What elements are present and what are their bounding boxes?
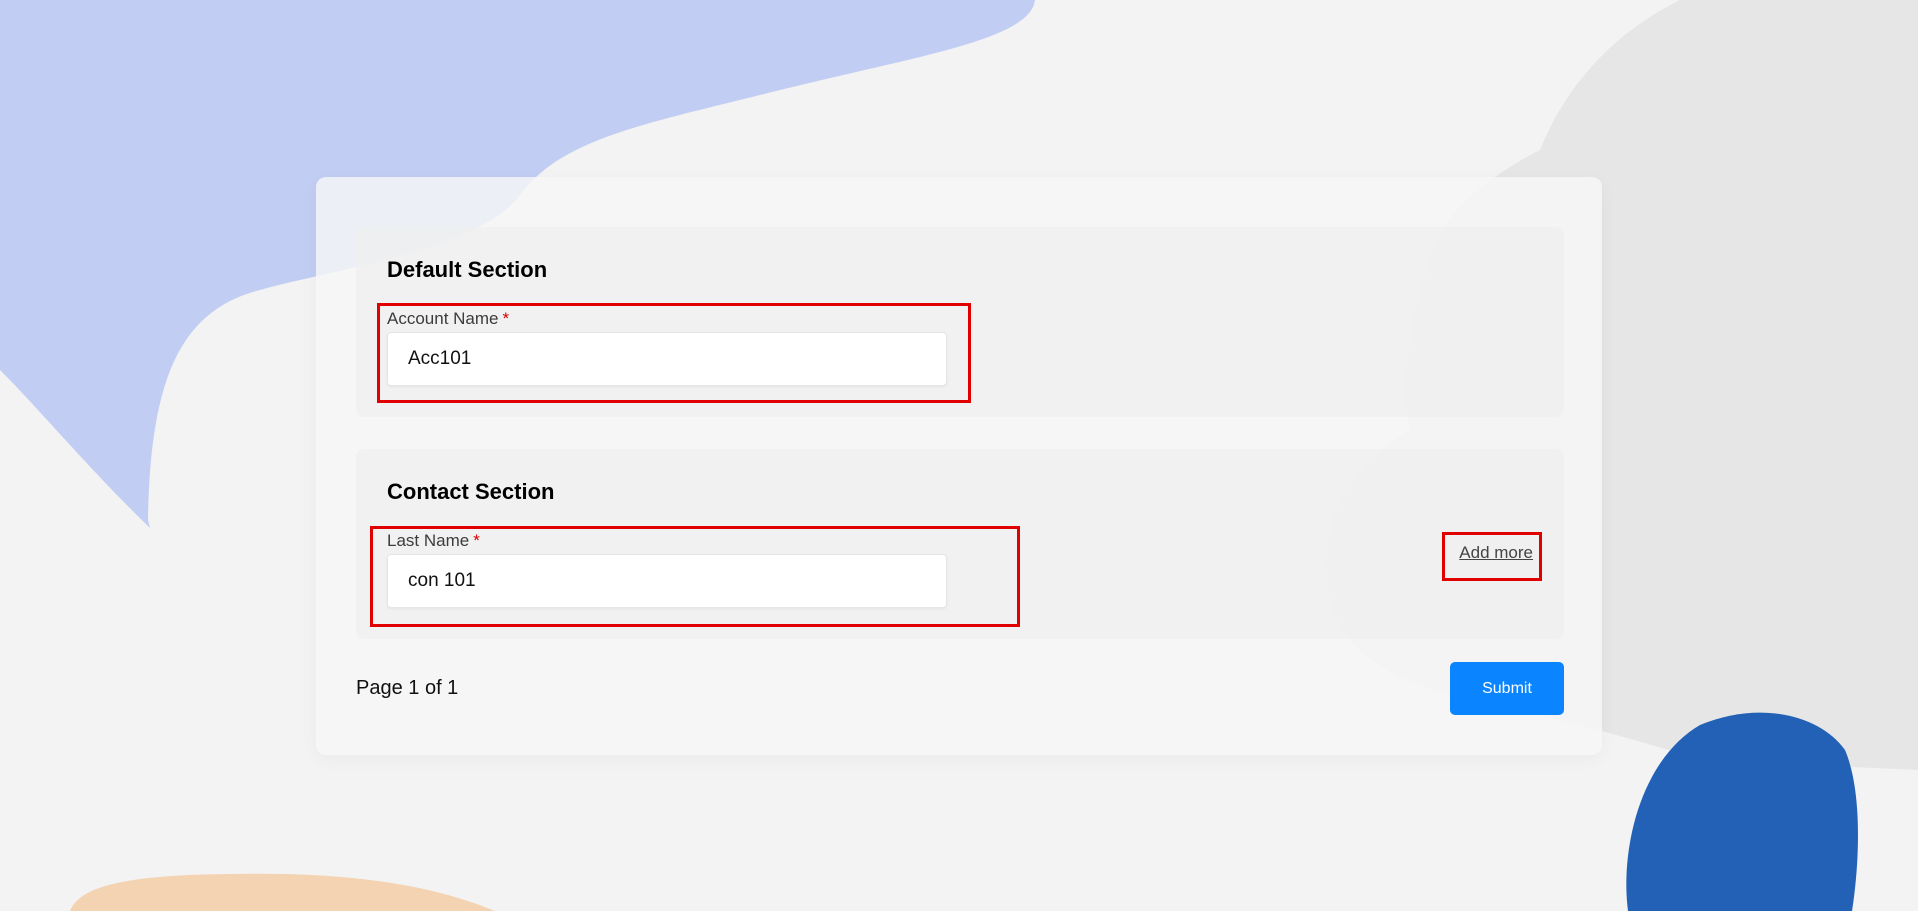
submit-button[interactable]: Submit xyxy=(1450,662,1564,715)
default-section: Default Section Account Name * xyxy=(356,227,1564,417)
account-name-input[interactable] xyxy=(387,332,947,386)
last-name-label-text: Last Name xyxy=(387,531,470,550)
last-name-field: Last Name * xyxy=(387,531,947,608)
account-name-label: Account Name * xyxy=(387,309,947,329)
page-indicator: Page 1 of 1 xyxy=(356,677,459,699)
last-name-label: Last Name * xyxy=(387,531,947,551)
required-asterisk: * xyxy=(473,531,480,550)
contact-section: Contact Section Last Name* Add more xyxy=(356,449,1564,639)
required-asterisk: * xyxy=(502,309,510,328)
contact-section-title: Contact Section xyxy=(387,479,555,504)
last-name-input[interactable] xyxy=(387,554,947,608)
account-name-label-text: Account Name xyxy=(387,309,499,328)
form-card: Default Section Account Name* Contact Se… xyxy=(316,177,1602,755)
default-section-title: Default Section xyxy=(387,257,548,282)
account-name-field: Account Name * xyxy=(387,309,947,386)
add-more-link[interactable]: Add more xyxy=(1459,543,1533,563)
